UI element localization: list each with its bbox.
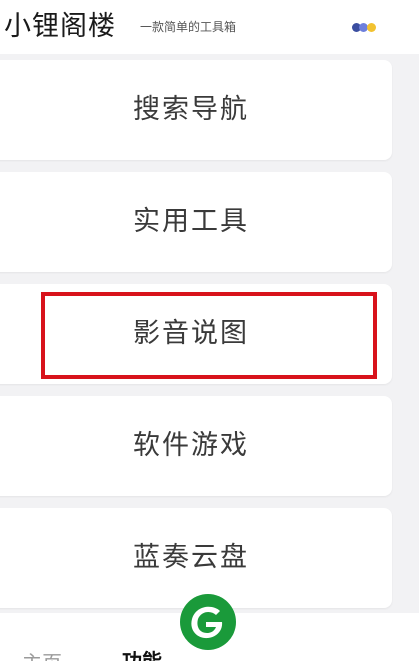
card-search-nav[interactable]: 搜索导航 xyxy=(0,60,392,160)
app-subtitle: 一款简单的工具箱 xyxy=(140,20,237,34)
card-label: 实用工具 xyxy=(133,206,249,237)
dot-yellow xyxy=(367,23,376,32)
card-label: 蓝奏云盘 xyxy=(133,542,249,573)
app-header: 小锂阁楼 一款简单的工具箱 xyxy=(0,0,419,54)
app-screen: 小锂阁楼 一款简单的工具箱 搜索导航 实用工具 影音说图 软件游戏 蓝奏云盘 主… xyxy=(0,0,419,661)
tab-home[interactable]: 主页 xyxy=(22,651,62,661)
app-logo-icon[interactable] xyxy=(178,592,238,652)
app-title: 小锂阁楼 xyxy=(4,11,116,42)
tab-functions[interactable]: 功能 xyxy=(122,649,162,661)
card-software-games[interactable]: 软件游戏 xyxy=(0,396,392,496)
card-label: 搜索导航 xyxy=(133,94,249,125)
more-dots-icon[interactable] xyxy=(352,20,382,34)
highlight-annotation-box xyxy=(41,292,377,379)
card-utility-tools[interactable]: 实用工具 xyxy=(0,172,392,272)
card-label: 软件游戏 xyxy=(133,430,249,461)
app-logo-svg xyxy=(180,594,236,650)
